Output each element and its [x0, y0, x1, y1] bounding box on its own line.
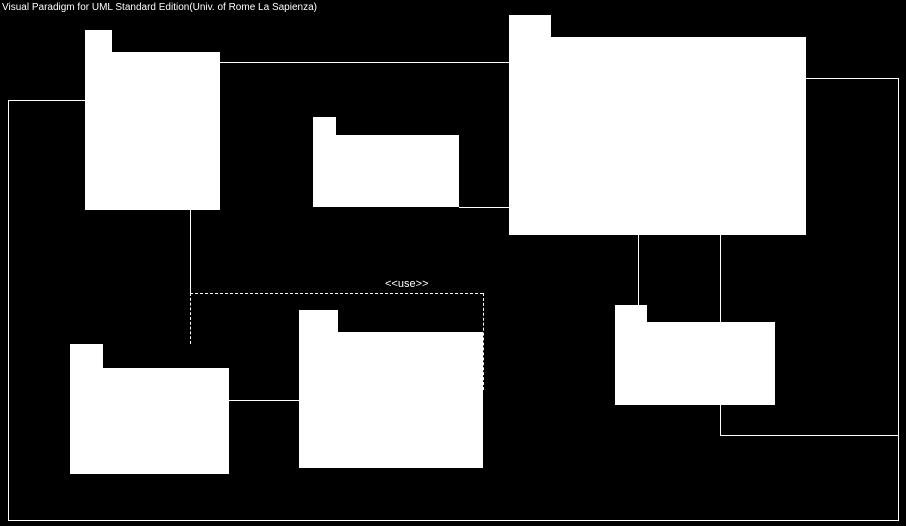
diagram-canvas[interactable]: Visual Paradigm for UML Standard Edition… [0, 0, 906, 526]
use-stereotype-label: <<use>> [385, 278, 428, 290]
package-4[interactable] [70, 344, 229, 474]
package-6[interactable] [615, 305, 775, 405]
package-tab [85, 30, 112, 52]
connector [8, 100, 9, 520]
connector [8, 520, 898, 521]
connector [638, 235, 639, 305]
package-tab [299, 310, 338, 332]
connector [229, 400, 299, 401]
package-tab [615, 305, 647, 322]
package-body [313, 135, 459, 207]
package-body [85, 52, 220, 210]
dependency [190, 293, 483, 294]
dependency [190, 293, 191, 344]
package-body [615, 322, 775, 405]
connector [898, 78, 899, 521]
connector [459, 207, 510, 208]
connector [8, 100, 85, 101]
package-3[interactable] [509, 15, 806, 235]
package-body [509, 37, 806, 235]
watermark-text: Visual Paradigm for UML Standard Edition… [2, 2, 317, 13]
package-1[interactable] [85, 30, 220, 210]
package-5[interactable] [299, 310, 483, 468]
connector [220, 62, 509, 63]
connector [190, 210, 191, 293]
connector [806, 78, 898, 79]
package-body [299, 332, 483, 468]
dependency [483, 293, 484, 390]
package-tab [509, 15, 551, 37]
package-tab [70, 344, 103, 368]
package-2[interactable] [313, 117, 459, 207]
package-body [70, 368, 229, 474]
package-tab [313, 117, 336, 135]
connector [720, 435, 898, 436]
